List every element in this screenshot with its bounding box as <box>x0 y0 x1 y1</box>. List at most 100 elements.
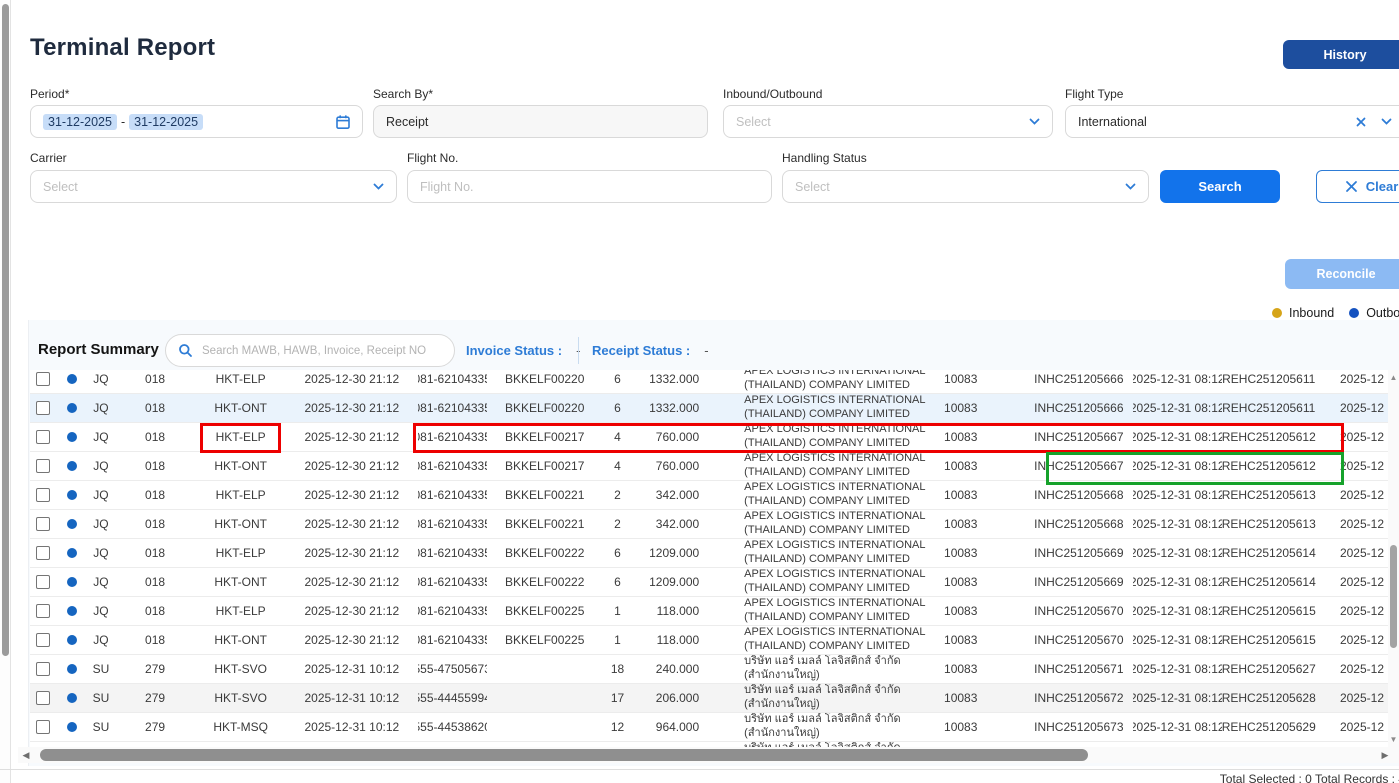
flight-date-cell: 2025-12-30 21:12 <box>286 510 418 538</box>
table-row[interactable]: SU 279 HKT-SVO 2025-12-31 10:12 555-4445… <box>30 684 1399 713</box>
invoice-date-cell: 2025-12-31 08:12 <box>1133 452 1222 480</box>
chevron-down-icon[interactable] <box>1380 115 1393 128</box>
flight-no-cell: 018 <box>115 568 196 596</box>
invoice-date-cell: 2025-12-31 08:12 <box>1133 684 1222 712</box>
hawb-cell: BKKELF00225 <box>487 597 603 625</box>
scroll-right-icon[interactable]: ▶ <box>1377 750 1393 761</box>
route-cell: HKT-SVO <box>195 655 286 683</box>
customer-cell: APEX LOGISTICS INTERNATIONAL (THAILAND) … <box>731 568 938 596</box>
table-row[interactable]: JQ 018 HKT-ONT 2025-12-30 21:12 081-6210… <box>30 568 1399 597</box>
row-checkbox[interactable] <box>36 372 50 386</box>
pieces-cell: 1 <box>603 597 633 625</box>
flight-type-select[interactable]: International <box>1065 105 1399 138</box>
clear-x-icon <box>1344 179 1359 194</box>
row-checkbox[interactable] <box>36 401 50 415</box>
chevron-down-icon[interactable] <box>1028 115 1041 128</box>
clear-selection-x-icon[interactable] <box>1355 116 1367 128</box>
route-cell: HKT-ONT <box>195 626 286 654</box>
row-checkbox[interactable] <box>36 633 50 647</box>
reconcile-button[interactable]: Reconcile <box>1285 259 1399 289</box>
chevron-down-icon[interactable] <box>1124 180 1137 193</box>
row-checkbox[interactable] <box>36 546 50 560</box>
calendar-icon[interactable] <box>335 114 351 130</box>
row-checkbox[interactable] <box>36 517 50 531</box>
hawb-cell: BKKELF00225 <box>487 626 603 654</box>
table-row[interactable]: JQ 018 HKT-ELP 2025-12-30 21:12 081-6210… <box>30 539 1399 568</box>
clear-button[interactable]: Clear <box>1316 170 1399 203</box>
table-row[interactable]: JQ 018 HKT-ONT 2025-12-30 21:12 081-6210… <box>30 510 1399 539</box>
row-checkbox[interactable] <box>36 604 50 618</box>
receipt-no-cell: REHC251205614 <box>1222 568 1316 596</box>
flight-date-cell: 2025-12-30 21:12 <box>286 568 418 596</box>
scroll-down-icon[interactable]: ▼ <box>1388 735 1399 744</box>
pieces-cell: 12 <box>603 713 633 741</box>
branch-cell: 10083 <box>938 394 1025 422</box>
row-checkbox[interactable] <box>36 662 50 676</box>
mawb-cell: 081-62104335 <box>418 481 487 509</box>
page-vertical-scrollbar-thumb[interactable] <box>2 4 9 656</box>
carrier-placeholder: Select <box>43 180 78 194</box>
receipt-date-cell: 2025-12 <box>1316 510 1399 538</box>
weight-cell: 760.000 <box>632 452 731 480</box>
table-horizontal-scrollbar[interactable]: ◀ ▶ <box>18 747 1399 763</box>
handling-status-select[interactable]: Select <box>782 170 1149 203</box>
report-table[interactable]: JQ 018 HKT-ELP 2025-12-30 21:12 081-6210… <box>30 370 1399 747</box>
table-row[interactable]: JQ 018 HKT-ONT 2025-12-30 21:12 081-6210… <box>30 626 1399 655</box>
flight-no-cell: 018 <box>115 452 196 480</box>
table-row[interactable]: SU 279 HKT-SVO 2025-12-31 10:12 555-4750… <box>30 655 1399 684</box>
customer-cell: APEX LOGISTICS INTERNATIONAL (THAILAND) … <box>731 510 938 538</box>
branch-cell: 10083 <box>938 481 1025 509</box>
invoice-no-cell: INHC251205672 <box>1025 684 1133 712</box>
table-row[interactable]: SU 279 HKT-MSQ 2025-12-31 10:12 555-4453… <box>30 713 1399 742</box>
table-row[interactable]: JQ 018 HKT-ELP 2025-12-30 21:12 081-6210… <box>30 423 1399 452</box>
page-vertical-scrollbar[interactable] <box>0 0 11 783</box>
row-checkbox[interactable] <box>36 575 50 589</box>
table-row[interactable]: JQ 018 HKT-ELP 2025-12-30 21:12 081-6210… <box>30 597 1399 626</box>
customer-cell: APEX LOGISTICS INTERNATIONAL (THAILAND) … <box>731 539 938 567</box>
weight-cell: 342.000 <box>632 510 731 538</box>
hawb-cell: BKKELF00217 <box>487 423 603 451</box>
flight-date-cell: 2025-12-30 21:12 <box>286 626 418 654</box>
scroll-left-icon[interactable]: ◀ <box>18 750 34 761</box>
table-row[interactable]: JQ 018 HKT-ONT 2025-12-30 21:12 081-6210… <box>30 452 1399 481</box>
receipt-date-cell: 2025-12 <box>1316 568 1399 596</box>
search-button[interactable]: Search <box>1160 170 1280 203</box>
branch-cell: 10083 <box>938 452 1025 480</box>
flight-date-cell: 2025-12-30 21:12 <box>286 481 418 509</box>
receipt-date-cell: 2025-12 <box>1316 423 1399 451</box>
receipt-date-cell: 2025-12 <box>1316 655 1399 683</box>
history-button[interactable]: History <box>1283 40 1399 69</box>
pieces-cell: 1 <box>603 626 633 654</box>
chevron-down-icon[interactable] <box>372 180 385 193</box>
flight-no-cell: 279 <box>115 684 196 712</box>
table-row[interactable]: JQ 018 HKT-ELP 2025-12-30 21:12 081-6210… <box>30 481 1399 510</box>
table-row[interactable]: JQ 018 HKT-ELP 2025-12-30 21:12 081-6210… <box>30 370 1399 394</box>
table-search-input[interactable]: Search MAWB, HAWB, Invoice, Receipt NO <box>165 334 455 367</box>
table-vertical-scrollbar-thumb[interactable] <box>1390 545 1397 648</box>
period-from-chip[interactable]: 31-12-2025 <box>43 114 117 130</box>
period-to-chip[interactable]: 31-12-2025 <box>129 114 203 130</box>
table-row[interactable]: JQ 018 HKT-ONT 2025-12-30 21:12 081-6210… <box>30 394 1399 423</box>
table-horizontal-scrollbar-thumb[interactable] <box>40 749 1088 761</box>
route-cell: HKT-ELP <box>195 423 286 451</box>
invoice-no-cell: INHC251205670 <box>1025 597 1133 625</box>
status-divider <box>578 337 579 364</box>
table-vertical-scrollbar[interactable]: ▲ ▼ <box>1388 370 1399 747</box>
row-checkbox[interactable] <box>36 691 50 705</box>
scroll-up-icon[interactable]: ▲ <box>1388 373 1399 382</box>
period-range-field[interactable]: 31-12-2025 - 31-12-2025 <box>30 105 363 138</box>
row-checkbox[interactable] <box>36 720 50 734</box>
mawb-cell: 081-62104335 <box>418 510 487 538</box>
customer-cell: APEX LOGISTICS INTERNATIONAL (THAILAND) … <box>731 423 938 451</box>
row-checkbox[interactable] <box>36 459 50 473</box>
flight-date-cell: 2025-12-31 10:12 <box>286 655 418 683</box>
row-checkbox[interactable] <box>36 430 50 444</box>
search-by-field[interactable]: Receipt <box>373 105 708 138</box>
row-checkbox[interactable] <box>36 488 50 502</box>
pieces-cell: 2 <box>603 510 633 538</box>
inbound-outbound-select[interactable]: Select <box>723 105 1053 138</box>
flight-no-input[interactable]: Flight No. <box>407 170 772 203</box>
branch-cell: 10083 <box>938 713 1025 741</box>
outbound-dot-icon <box>67 577 77 587</box>
carrier-select[interactable]: Select <box>30 170 397 203</box>
